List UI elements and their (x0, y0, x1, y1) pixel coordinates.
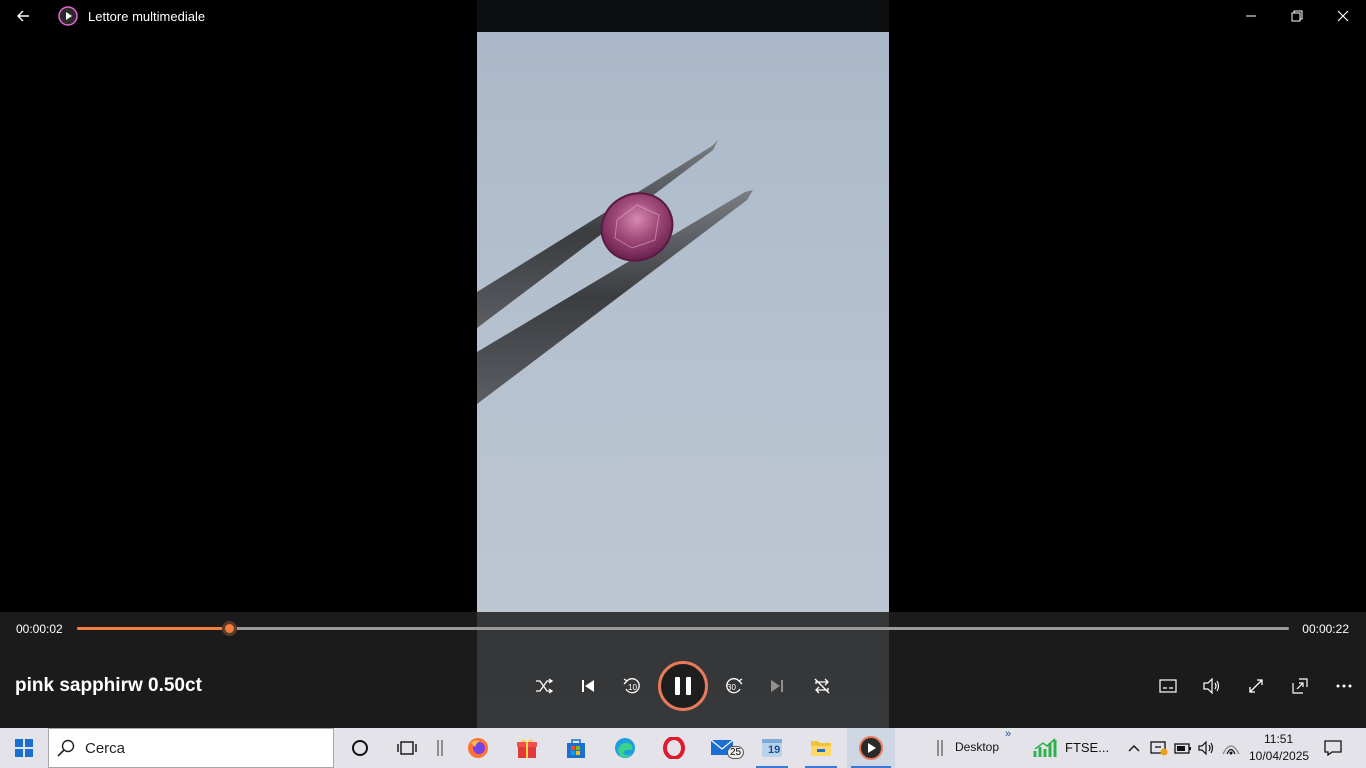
edge-button[interactable] (605, 728, 645, 768)
window-title: Lettore multimediale (88, 8, 206, 24)
close-icon (1337, 10, 1349, 22)
next-icon (771, 680, 783, 692)
speaker-icon (1198, 741, 1214, 755)
edge-icon (615, 738, 635, 758)
minimize-icon (1246, 15, 1256, 17)
toolbar-overflow-chevron-icon[interactable]: » (1005, 728, 1011, 740)
shuffle-icon (536, 678, 553, 694)
back-button[interactable] (0, 0, 46, 32)
volume-tray-button[interactable] (1196, 728, 1218, 768)
cortana-icon (352, 740, 368, 756)
skip-back-label: 10 (628, 683, 637, 692)
seek-bar[interactable] (77, 621, 1289, 636)
back-arrow-icon (17, 10, 29, 22)
tray-app-button[interactable] (1148, 728, 1170, 768)
network-button[interactable] (1220, 728, 1242, 768)
window-controls (1228, 0, 1366, 32)
media-title: pink sapphirw 0.50ct (15, 675, 202, 696)
notification-icon (1324, 740, 1342, 756)
folder-icon (811, 741, 831, 756)
ftse-widget-label[interactable]: FTSE... (1065, 740, 1109, 755)
minimize-button[interactable] (1228, 0, 1274, 32)
wifi-icon (1222, 745, 1240, 755)
title-bar: Lettore multimediale (0, 0, 1366, 32)
microsoft-store-button[interactable] (556, 728, 596, 768)
ftse-widget-icon-wrap[interactable] (1030, 728, 1060, 768)
start-button[interactable] (0, 728, 48, 768)
seek-bar-progress (77, 627, 229, 630)
mail-button[interactable]: 25 (703, 728, 745, 768)
clock[interactable]: 11:51 10/04/2025 (1246, 730, 1310, 766)
subtitles-button[interactable] (1154, 672, 1182, 700)
subtitles-icon (1159, 679, 1177, 693)
fullscreen-icon (1249, 679, 1263, 693)
skip-forward-label: 30 (727, 683, 736, 692)
stock-chart-icon (1033, 738, 1057, 757)
firefox-icon (468, 738, 488, 758)
mail-unread-badge: 25 (727, 746, 745, 759)
skip-forward-button[interactable]: 30 (720, 672, 748, 700)
firefox-button[interactable] (458, 728, 498, 768)
microsoft-store-icon (567, 739, 585, 758)
more-options-button[interactable] (1330, 672, 1358, 700)
calendar-button[interactable]: 19 (752, 728, 792, 768)
chevron-up-icon (1128, 745, 1140, 752)
volume-icon (1203, 678, 1220, 694)
seek-bar-thumb[interactable] (221, 621, 237, 636)
clock-date: 10/04/2025 (1249, 749, 1310, 763)
file-explorer-button[interactable] (801, 728, 841, 768)
desktop-toolbar-handle[interactable] (925, 728, 955, 768)
search-icon (57, 739, 75, 757)
skip-back-button[interactable]: 10 (618, 672, 646, 700)
repeat-off-icon (814, 678, 830, 694)
toolbar-handle[interactable] (420, 728, 460, 768)
more-icon (1336, 684, 1352, 688)
repeat-button[interactable] (808, 672, 836, 700)
calendar-day-badge: 19 (768, 744, 781, 756)
media-player-icon (859, 736, 883, 760)
restore-icon (1291, 10, 1303, 22)
task-view-icon (397, 741, 417, 755)
close-button[interactable] (1320, 0, 1366, 32)
mini-player-icon (1292, 678, 1308, 694)
gift-app-button[interactable] (507, 728, 547, 768)
play-pause-button[interactable] (658, 661, 708, 711)
previous-button[interactable] (574, 672, 602, 700)
current-time: 00:00:02 (16, 622, 63, 636)
gift-icon (517, 739, 537, 758)
shuffle-button[interactable] (530, 672, 558, 700)
media-player-app-icon (58, 6, 78, 26)
security-alert-icon (1150, 741, 1168, 756)
total-duration: 00:00:22 (1302, 622, 1349, 636)
previous-icon (582, 680, 594, 692)
pause-icon (675, 677, 691, 695)
taskbar: Cerca 25 19 Desktop » FTSE... 11:51 10/0… (0, 728, 1366, 768)
toolbar-handle-icon (937, 740, 943, 756)
power-battery-button[interactable] (1172, 728, 1194, 768)
media-player-taskbar-button[interactable] (847, 728, 895, 768)
notification-center-button[interactable] (1318, 728, 1348, 768)
mini-player-button[interactable] (1286, 672, 1314, 700)
search-placeholder: Cerca (85, 739, 126, 757)
taskbar-search-box[interactable]: Cerca (48, 728, 334, 768)
volume-button[interactable] (1198, 672, 1226, 700)
desktop-toolbar-label[interactable]: Desktop (955, 740, 999, 754)
toolbar-handle-icon (437, 740, 443, 756)
opera-button[interactable] (654, 728, 694, 768)
next-button[interactable] (763, 672, 791, 700)
fullscreen-button[interactable] (1242, 672, 1270, 700)
show-hidden-icons-button[interactable] (1124, 728, 1144, 768)
restore-button[interactable] (1274, 0, 1320, 32)
clock-time: 11:51 (1264, 732, 1294, 746)
media-player-window: Lettore multimediale 00:00:02 00:00:22 p… (0, 0, 1366, 728)
windows-logo-icon (15, 739, 33, 757)
battery-icon (1174, 743, 1191, 754)
cortana-button[interactable] (340, 728, 380, 768)
transport-controls: 00:00:02 00:00:22 pink sapphirw 0.50ct 1… (0, 612, 1366, 728)
opera-icon (663, 737, 685, 759)
